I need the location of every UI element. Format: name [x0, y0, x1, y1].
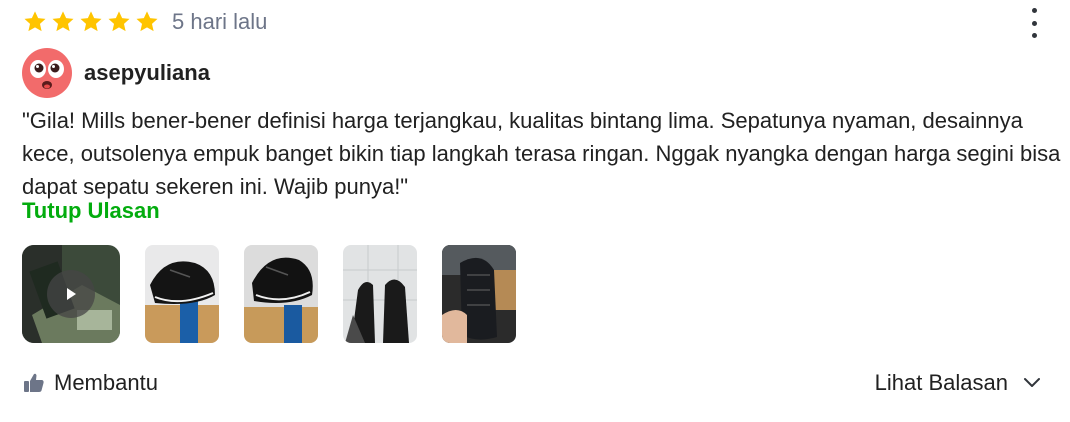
star-icon — [108, 11, 130, 32]
helpful-label: Membantu — [54, 370, 158, 395]
review-photo-thumbnail[interactable] — [442, 245, 516, 343]
avatar — [22, 48, 72, 98]
star-icon — [80, 11, 102, 32]
view-replies-label: Lihat Balasan — [874, 370, 1008, 395]
star-icon — [136, 11, 158, 32]
chevron-down-icon — [1024, 378, 1040, 387]
review-media — [22, 245, 516, 343]
review-header: 5 hari lalu — [22, 6, 267, 38]
helpful-button[interactable]: Membantu — [22, 370, 158, 396]
review-time: 5 hari lalu — [172, 9, 268, 34]
close-review-toggle[interactable]: Tutup Ulasan — [22, 198, 160, 224]
reviewer: asepyuliana — [22, 48, 210, 98]
thumbs-up-icon — [24, 373, 44, 392]
review-photo-thumbnail[interactable] — [343, 245, 417, 343]
star-icon — [52, 11, 74, 32]
view-replies-button[interactable]: Lihat Balasan — [875, 370, 1042, 396]
review-photo-thumbnail[interactable] — [145, 245, 219, 343]
review-video-thumbnail[interactable] — [22, 245, 120, 343]
rating-stars — [22, 9, 160, 35]
play-icon — [67, 288, 76, 300]
more-options-icon[interactable] — [1024, 8, 1044, 38]
reviewer-username[interactable]: asepyuliana — [84, 60, 210, 86]
review-text: "Gila! Mills bener-bener definisi harga … — [22, 108, 1061, 199]
star-icon — [24, 11, 46, 32]
review-photo-thumbnail[interactable] — [244, 245, 318, 343]
